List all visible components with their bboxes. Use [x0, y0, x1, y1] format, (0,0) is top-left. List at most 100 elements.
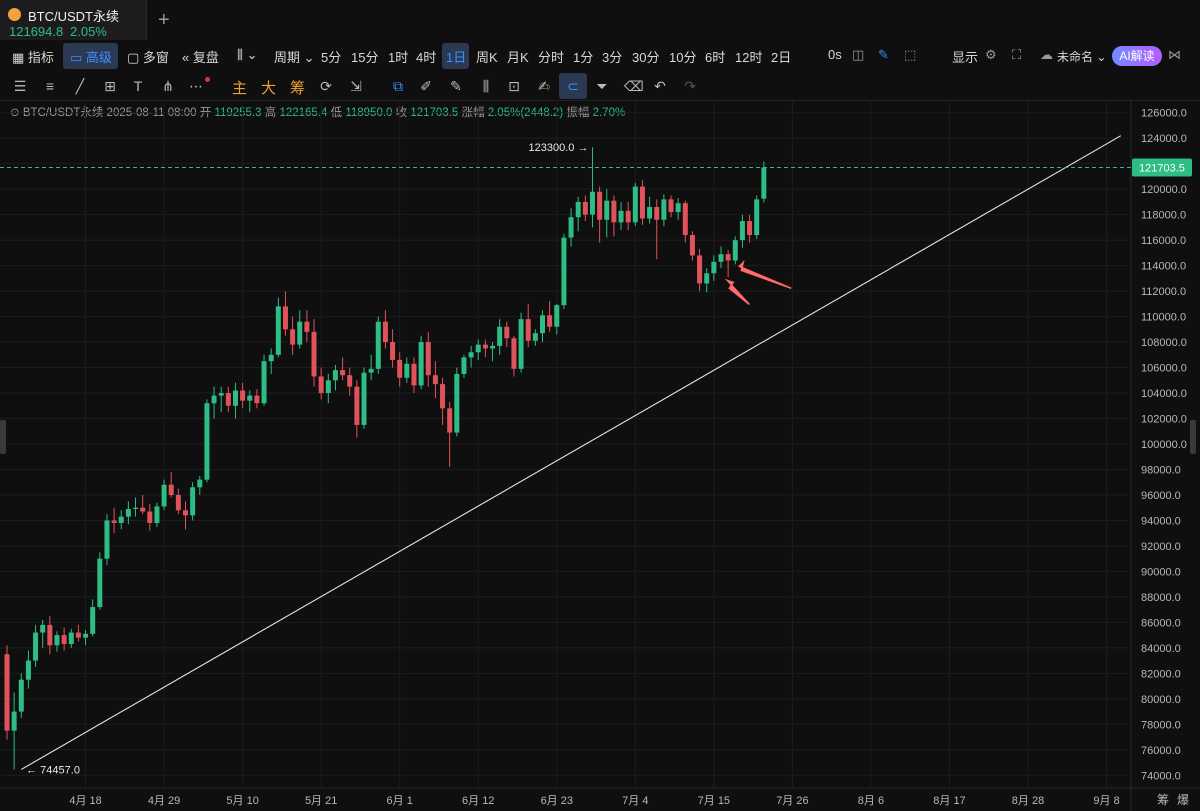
- candle-body: [582, 201, 588, 215]
- candle-body: [447, 408, 453, 433]
- settings-gear-icon[interactable]: ⚙: [985, 47, 997, 63]
- tab-symbol: BTC/USDT永续: [28, 9, 120, 24]
- period-4h[interactable]: 4时: [416, 47, 436, 66]
- copy-icon[interactable]: ⧉: [390, 78, 406, 94]
- period-10m[interactable]: 10分: [669, 47, 696, 66]
- y-tick-label: 118000.0: [1141, 210, 1186, 222]
- display-button[interactable]: 显示: [952, 47, 978, 66]
- period-1h[interactable]: 1时: [388, 47, 408, 66]
- undo-icon[interactable]: ↶: [652, 78, 668, 94]
- candle-body: [597, 191, 603, 220]
- big-chip[interactable]: 大: [261, 77, 276, 98]
- candle-body: [747, 221, 753, 236]
- ruler-icon[interactable]: ✐: [418, 78, 434, 94]
- magnet-icon[interactable]: ⊂: [565, 78, 581, 94]
- candle-body: [454, 373, 460, 433]
- fork-tool-icon[interactable]: ⋔: [160, 78, 176, 94]
- x-tick-label: 7月 15: [698, 795, 730, 807]
- period-15m[interactable]: 15分: [351, 47, 378, 66]
- tab-price: 121694.8: [9, 24, 64, 39]
- period-6h[interactable]: 6时: [705, 47, 725, 66]
- period-month[interactable]: 月K: [507, 47, 529, 66]
- draw-pen-icon[interactable]: ✎: [878, 47, 889, 63]
- candle-body: [418, 342, 424, 386]
- share-icon[interactable]: ⋈: [1168, 47, 1181, 63]
- footer-liq-label: 爆: [1177, 793, 1189, 807]
- candle-body: [282, 306, 288, 330]
- candle-body: [432, 375, 438, 385]
- chip-chip[interactable]: 筹: [290, 77, 305, 98]
- period-2d[interactable]: 2日: [771, 47, 791, 66]
- y-tick-label: 120000.0: [1141, 184, 1187, 196]
- period-1d[interactable]: 1日: [446, 47, 466, 66]
- period-5m[interactable]: 5分: [321, 47, 341, 66]
- candle-body: [197, 479, 203, 488]
- candle-body: [361, 372, 367, 425]
- candle-body: [532, 333, 538, 341]
- indicator-button[interactable]: ▦ 指标: [12, 47, 54, 66]
- left-panel-handle[interactable]: [0, 420, 6, 454]
- y-tick-label: 96000.0: [1141, 490, 1181, 502]
- lock-icon[interactable]: ⊡: [506, 78, 522, 94]
- candlestick-chart[interactable]: 74000.0 76000.0 78000.0 80000.0 82000.0 84000…: [0, 100, 1200, 811]
- candle-body: [325, 380, 331, 394]
- candle-body: [254, 395, 260, 404]
- text-tool-icon[interactable]: T: [130, 78, 146, 94]
- candle-body: [347, 375, 353, 387]
- candles-icon[interactable]: ⫼: [478, 78, 494, 94]
- period-12h[interactable]: 12时: [735, 47, 762, 66]
- candle-body: [675, 203, 681, 213]
- candle-body: [247, 395, 253, 401]
- candle-body: [518, 319, 524, 369]
- redo-icon[interactable]: ↷: [682, 78, 698, 94]
- camera-icon[interactable]: ◫: [852, 47, 864, 63]
- add-tab-button[interactable]: +: [158, 9, 170, 32]
- candle-body: [661, 199, 667, 220]
- x-tick-label: 7月 4: [622, 795, 648, 807]
- note-icon[interactable]: ✍: [536, 78, 552, 94]
- candle-body: [468, 352, 474, 358]
- tab-btc-usdt[interactable]: BTC/USDT永续 121694.8 2.05%: [0, 0, 147, 40]
- period-week[interactable]: 周K: [476, 47, 498, 66]
- candle-body: [704, 273, 710, 284]
- more-icon[interactable]: ⋯: [188, 78, 204, 94]
- list-icon[interactable]: ≡: [42, 78, 58, 94]
- brush-icon[interactable]: ✎: [448, 78, 464, 94]
- add-box-icon[interactable]: ⊞: [102, 78, 118, 94]
- measure-icon[interactable]: ⇲: [348, 78, 364, 94]
- candle-body: [268, 354, 274, 362]
- period-dropdown[interactable]: 周期 ⌄: [274, 47, 315, 66]
- chart-type-dropdown[interactable]: ⫼ ⌄: [237, 47, 258, 63]
- arrow-annotation-right: [737, 259, 792, 290]
- y-tick-label: 82000.0: [1141, 668, 1181, 680]
- candle-body: [761, 167, 767, 199]
- candle-body: [183, 510, 188, 516]
- period-30m[interactable]: 30分: [632, 47, 659, 66]
- right-panel-handle[interactable]: [1190, 420, 1196, 454]
- x-tick-label: 6月 23: [541, 795, 573, 807]
- candle-body: [632, 186, 638, 223]
- x-tick-label: 6月 1: [387, 795, 413, 807]
- popout-icon[interactable]: ⬚: [904, 47, 916, 63]
- period-3m[interactable]: 3分: [602, 47, 622, 66]
- candle-body: [547, 315, 553, 327]
- settings-lines-icon[interactable]: ☰: [12, 78, 28, 94]
- filter-icon[interactable]: ⏷: [594, 78, 610, 94]
- multiwindow-button[interactable]: ▢ 多窗: [127, 47, 169, 66]
- layout-name-dropdown[interactable]: 未命名 ⌄: [1057, 48, 1106, 65]
- y-tick-label: 92000.0: [1141, 541, 1181, 553]
- advanced-button[interactable]: ▭ 高级: [70, 47, 112, 66]
- fullscreen-icon[interactable]: ⛶: [1012, 47, 1021, 63]
- period-1m[interactable]: 1分: [573, 47, 593, 66]
- line-tool-icon[interactable]: ╱: [72, 78, 88, 94]
- candle-body: [604, 200, 610, 220]
- sync-icon[interactable]: ⟳: [318, 78, 334, 94]
- main-chip[interactable]: 主: [232, 77, 247, 98]
- period-timeshare[interactable]: 分时: [538, 47, 564, 66]
- candle-body: [311, 331, 317, 377]
- candle-body: [240, 390, 246, 401]
- replay-button[interactable]: « 复盘: [182, 47, 219, 66]
- candle-body: [382, 321, 388, 343]
- trash-icon[interactable]: ⌫: [624, 78, 644, 94]
- ai-analysis-button[interactable]: AI解读: [1112, 46, 1162, 66]
